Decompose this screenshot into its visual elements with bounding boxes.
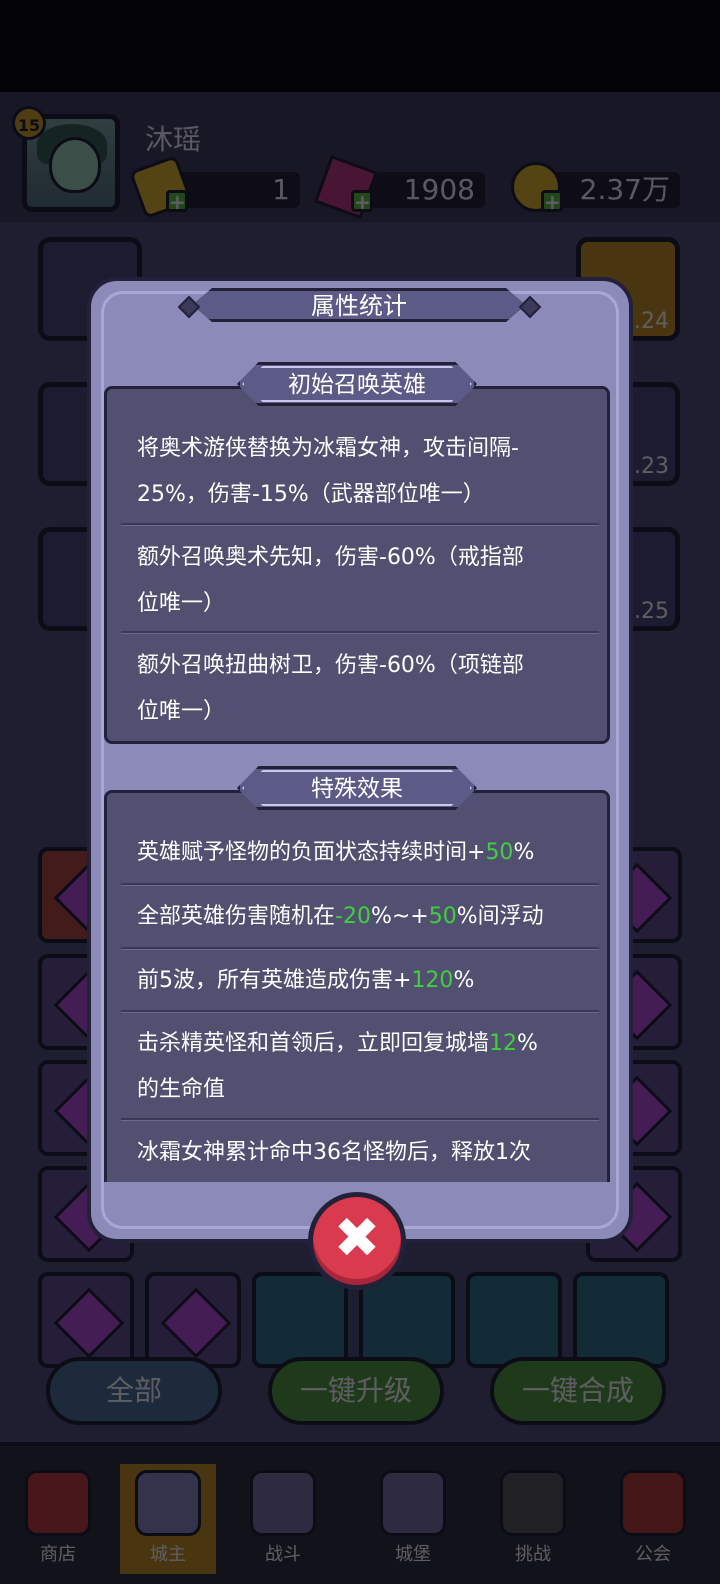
special-effects-section: 英雄赋予怪物的负面状态持续时间+50% 全部英雄伤害随机在-20%~+50%间浮… (104, 790, 610, 1182)
effect-entry-1: 英雄赋予怪物的负面状态持续时间+50% (137, 840, 535, 865)
divider (121, 1010, 599, 1013)
summon-entry-2: 额外召唤奥术先知，伤害-60%（戒指部 位唯一） (137, 545, 524, 616)
special-effects-heading: 特殊效果 (311, 776, 403, 802)
effect-entry-4: 击杀精英怪和首领后，立即回复城墙12% 的生命值 (137, 1031, 538, 1102)
divider (121, 523, 599, 526)
summon-heading: 初始召唤英雄 (288, 372, 426, 398)
effect-entry-2: 全部英雄伤害随机在-20%~+50%间浮动 (137, 904, 544, 929)
summon-entry-1: 将奥术游侠替换为冰霜女神，攻击间隔- 25%，伤害-15%（武器部位唯一） (137, 436, 519, 507)
effect-entry-5: 冰霜女神累计命中36名怪物后，释放1次 (137, 1140, 531, 1165)
divider (121, 883, 599, 886)
close-icon: ✖ (333, 1206, 381, 1271)
dialog-title: 属性统计 (311, 292, 407, 320)
summon-entry-3: 额外召唤扭曲树卫，伤害-60%（项链部 位唯一） (137, 653, 524, 724)
divider (121, 947, 599, 950)
stats-scroll-area[interactable]: 将奥术游侠替换为冰霜女神，攻击间隔- 25%，伤害-15%（武器部位唯一） 额外… (104, 356, 610, 1182)
divider (121, 1118, 599, 1121)
summon-section: 将奥术游侠替换为冰霜女神，攻击间隔- 25%，伤害-15%（武器部位唯一） 额外… (104, 386, 610, 744)
close-button[interactable]: ✖ (308, 1192, 406, 1290)
effect-entry-3: 前5波，所有英雄造成伤害+120% (137, 968, 475, 993)
divider (121, 631, 599, 634)
